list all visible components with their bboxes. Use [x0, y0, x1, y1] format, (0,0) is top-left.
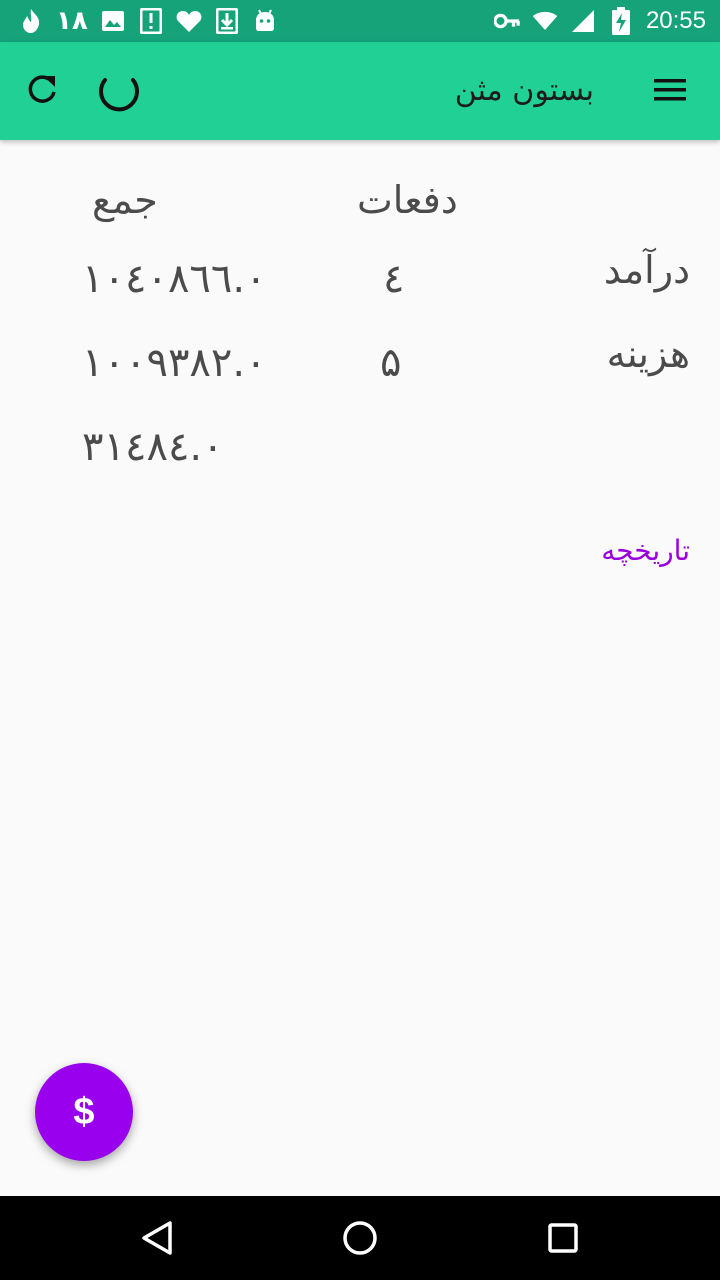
android-icon — [252, 8, 278, 34]
income-total: ۱۰٤۰۸٦٦.۰ — [82, 256, 267, 302]
alert-icon — [138, 8, 164, 34]
status-right: 20:55 — [493, 0, 706, 42]
refresh-icon[interactable] — [22, 70, 62, 110]
expense-label: هزینه — [606, 332, 690, 376]
battery-charging-icon — [608, 7, 634, 35]
count-header: دفعات — [357, 178, 458, 222]
image-icon — [100, 8, 126, 34]
fire-icon — [18, 8, 44, 34]
expense-total: ۱۰۰۹۳۸۲.۰ — [82, 340, 267, 386]
dollar-icon: $ — [73, 1090, 95, 1133]
clock: 20:55 — [645, 7, 706, 34]
menu-icon[interactable] — [650, 70, 690, 110]
download-icon — [214, 8, 240, 34]
expense-count: ۵ — [380, 340, 402, 386]
page-title: بستون مثن — [454, 73, 594, 108]
add-transaction-button[interactable]: $ — [35, 1063, 133, 1161]
wifi-icon — [532, 8, 558, 34]
app-bar: بستون مثن — [0, 42, 720, 140]
back-icon[interactable] — [134, 1214, 182, 1262]
home-icon[interactable] — [336, 1214, 384, 1262]
navigation-bar — [0, 1196, 720, 1280]
signal-icon — [570, 8, 596, 34]
income-label: درآمد — [603, 248, 690, 292]
recents-icon[interactable] — [539, 1214, 587, 1262]
balance-value: ۳۱٤۸٤.۰ — [82, 424, 224, 470]
notification-count: ۱۸ — [56, 6, 88, 36]
history-link[interactable]: تاریخچه — [601, 534, 690, 567]
status-left: ۱۸ — [18, 0, 278, 42]
loading-spinner-icon — [96, 69, 142, 115]
heart-icon — [176, 8, 202, 34]
income-count: ٤ — [383, 256, 405, 302]
total-header: جمع — [92, 178, 158, 222]
key-icon — [493, 8, 520, 34]
status-bar: ۱۸ 20:55 — [0, 0, 720, 42]
